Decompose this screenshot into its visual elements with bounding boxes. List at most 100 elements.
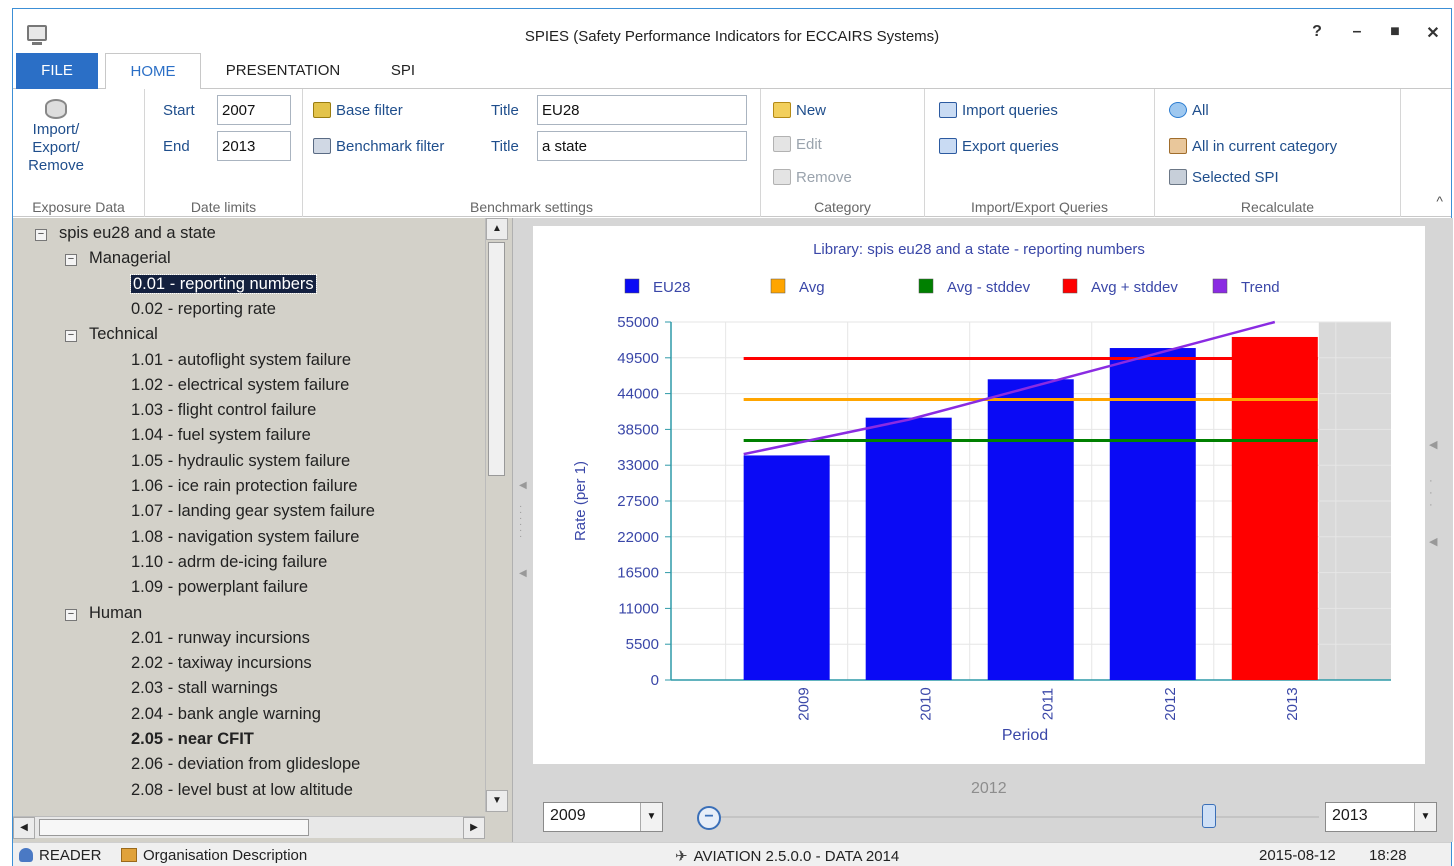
recalculate-all-label: All xyxy=(1192,102,1209,119)
base-filter-button[interactable]: Base filter xyxy=(313,102,403,119)
tree-group[interactable]: − Technical xyxy=(65,322,158,346)
y-tick-label: 38500 xyxy=(617,421,659,438)
base-title-input[interactable] xyxy=(537,95,747,125)
start-year-input[interactable] xyxy=(217,95,291,125)
end-year-input[interactable] xyxy=(217,131,291,161)
end-label: End xyxy=(163,138,190,155)
y-tick-label: 49500 xyxy=(617,350,659,367)
splitter-grip-icon[interactable]: · · · · · · xyxy=(519,502,522,542)
group-label-dates: Date limits xyxy=(190,199,257,215)
tree-horizontal-scrollbar[interactable]: ◀ ▶ xyxy=(13,816,485,839)
period-slider-thumb[interactable] xyxy=(1202,804,1217,828)
tree-item[interactable]: 1.04 - fuel system failure xyxy=(131,423,311,447)
collapse-node-icon[interactable]: − xyxy=(65,254,77,266)
bar-2010 xyxy=(865,417,952,680)
collapse-node-icon[interactable]: − xyxy=(35,229,47,241)
panel-splitter[interactable]: ◀ · · · · · · ◀ xyxy=(513,218,529,842)
tree-item[interactable]: 1.03 - flight control failure xyxy=(131,398,316,422)
export-queries-button[interactable]: Export queries xyxy=(939,138,1059,155)
scroll-left-icon[interactable]: ◀ xyxy=(13,817,35,839)
tree-item[interactable]: 2.06 - deviation from glideslope xyxy=(131,752,360,776)
scroll-down-icon[interactable]: ▼ xyxy=(486,790,508,812)
tab-home[interactable]: HOME xyxy=(105,53,201,90)
group-label-recalculate: Recalculate xyxy=(1240,199,1315,215)
tree-item[interactable]: 1.02 - electrical system failure xyxy=(131,373,349,397)
zoom-out-icon[interactable]: − xyxy=(697,806,721,830)
collapse-node-icon[interactable]: − xyxy=(65,330,77,342)
right-panel-grip-icon[interactable]: ◀ · · · ◀ xyxy=(1429,438,1437,548)
chevron-down-icon-2[interactable]: ▼ xyxy=(1414,803,1436,831)
status-version-label: AVIATION 2.5.0.0 - DATA 2014 xyxy=(693,848,900,865)
tree-item[interactable]: 1.01 - autoflight system failure xyxy=(131,348,351,372)
import-export-label-2: Export/ xyxy=(32,139,80,156)
tree-item[interactable]: 1.05 - hydraulic system failure xyxy=(131,449,350,473)
tree-item-label: 1.07 - landing gear system failure xyxy=(131,502,375,520)
tree-item[interactable]: 2.03 - stall warnings xyxy=(131,676,278,700)
tree-item[interactable]: 2.08 - level bust at low altitude xyxy=(131,778,353,802)
recalculate-category-button[interactable]: All in current category xyxy=(1169,138,1337,155)
x-tick-label: 2013 xyxy=(1284,687,1301,720)
tree-item[interactable]: 2.05 - near CFIT xyxy=(131,727,254,751)
benchmark-filter-button[interactable]: Benchmark filter xyxy=(313,138,444,155)
y-tick-label: 16500 xyxy=(617,565,659,582)
status-organisation-label: Organisation Description xyxy=(143,847,308,864)
edit-category-button[interactable]: Edit xyxy=(773,136,822,153)
tree-item-label: spis eu28 and a state xyxy=(59,224,216,242)
tree-item[interactable]: 2.04 - bank angle warning xyxy=(131,702,321,726)
period-to-select[interactable]: 2013 ▼ xyxy=(1325,802,1437,832)
tab-presentation[interactable]: PRESENTATION xyxy=(213,53,353,89)
tab-file[interactable]: FILE xyxy=(16,53,98,89)
period-slider-track[interactable] xyxy=(709,816,1319,818)
tree-group[interactable]: − Managerial xyxy=(65,246,171,270)
group-recalculate: All All in current category Selected SPI… xyxy=(1155,89,1401,217)
recalculate-selected-button[interactable]: Selected SPI xyxy=(1169,169,1279,186)
remove-label: Remove xyxy=(796,169,852,186)
collapse-node-icon[interactable]: − xyxy=(65,609,77,621)
tree-item[interactable]: 1.10 - adrm de-icing failure xyxy=(131,550,327,574)
scroll-right-icon[interactable]: ▶ xyxy=(463,817,485,839)
tree-item-label: 1.06 - ice rain protection failure xyxy=(131,477,358,495)
legend-swatch xyxy=(918,278,934,294)
maximize-button[interactable]: ■ xyxy=(1383,23,1407,41)
tree-item-selected[interactable]: 0.01 - reporting numbers xyxy=(130,272,317,296)
tree-item[interactable]: 1.08 - navigation system failure xyxy=(131,525,359,549)
new-category-button[interactable]: New xyxy=(773,102,826,119)
legend-swatch xyxy=(1212,278,1228,294)
remove-category-button[interactable]: Remove xyxy=(773,169,852,186)
tree-root[interactable]: − spis eu28 and a state xyxy=(35,221,216,245)
tree-item[interactable]: 1.09 - powerplant failure xyxy=(131,575,308,599)
tree-item-label: 2.03 - stall warnings xyxy=(131,679,278,697)
tab-spi[interactable]: SPI xyxy=(373,53,433,89)
tree-item-label: 2.04 - bank angle warning xyxy=(131,705,321,723)
recalculate-all-button[interactable]: All xyxy=(1169,102,1209,119)
tree-item[interactable]: 1.06 - ice rain protection failure xyxy=(131,474,358,498)
period-current-label: 2012 xyxy=(971,780,1007,797)
splitter-left-arrow-icon[interactable]: ◀ xyxy=(519,480,527,491)
x-tick-label: 2010 xyxy=(918,687,935,720)
close-button[interactable]: ✕ xyxy=(1421,23,1445,43)
tree-vertical-scrollbar[interactable]: ▲ ▼ xyxy=(485,218,508,812)
tree-item[interactable]: 0.02 - reporting rate xyxy=(131,297,276,321)
import-export-remove-button[interactable]: Import/ Export/ Remove xyxy=(21,99,91,175)
period-from-select[interactable]: 2009 ▼ xyxy=(543,802,663,832)
collapse-ribbon-icon[interactable]: ^ xyxy=(1436,193,1443,209)
minimize-button[interactable]: – xyxy=(1345,23,1369,41)
tree-item[interactable]: 2.01 - runway incursions xyxy=(131,626,310,650)
tree-item-label: 1.01 - autoflight system failure xyxy=(131,351,352,369)
chevron-down-icon[interactable]: ▼ xyxy=(640,803,662,831)
tree-horizontal-scroll-thumb[interactable] xyxy=(39,819,309,836)
tree-item[interactable]: 1.07 - landing gear system failure xyxy=(131,499,375,523)
scroll-up-icon[interactable]: ▲ xyxy=(486,218,508,240)
export-queries-label: Export queries xyxy=(962,138,1059,155)
status-organisation[interactable]: Organisation Description xyxy=(121,847,307,864)
tree-item-label: 2.08 - level bust at low altitude xyxy=(131,781,353,799)
splitter-left-arrow-icon-2[interactable]: ◀ xyxy=(519,568,527,579)
tree-vertical-scroll-thumb[interactable] xyxy=(488,242,505,476)
bar-2011 xyxy=(987,379,1074,680)
tree-item[interactable]: 2.02 - taxiway incursions xyxy=(131,651,312,675)
import-queries-button[interactable]: Import queries xyxy=(939,102,1058,119)
help-button[interactable]: ? xyxy=(1305,23,1329,41)
benchmark-title-input[interactable] xyxy=(537,131,747,161)
benchmark-title-label: Title xyxy=(491,138,519,155)
tree-group[interactable]: − Human xyxy=(65,601,142,625)
